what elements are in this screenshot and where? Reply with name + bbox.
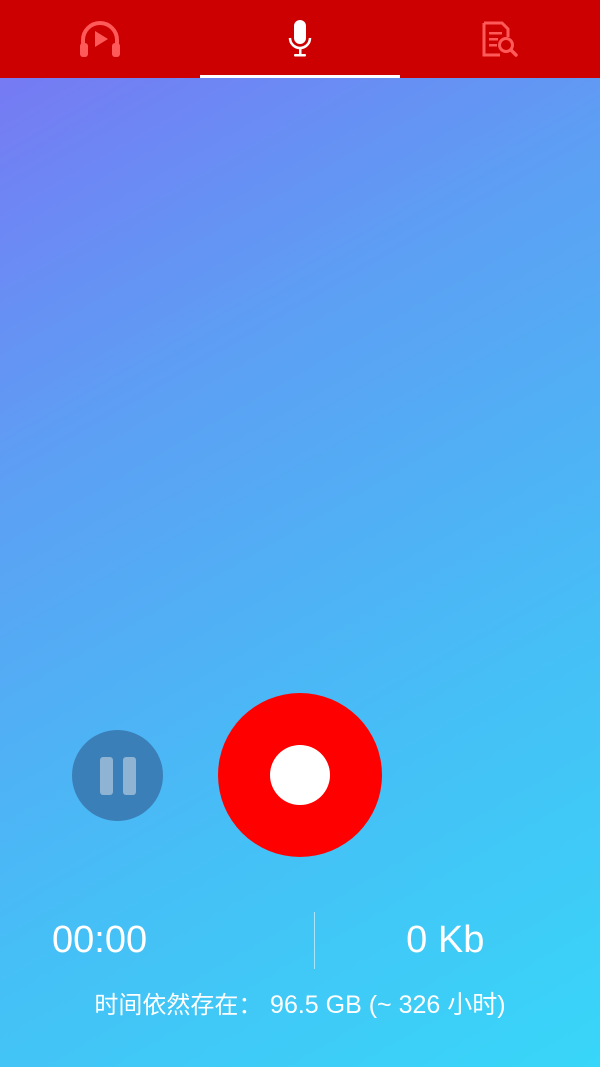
tab-bar [0, 0, 600, 78]
pause-icon-bar-right [122, 756, 136, 795]
tab-player[interactable] [0, 0, 200, 78]
document-search-icon [482, 21, 518, 57]
elapsed-time: 00:00 [52, 919, 148, 961]
pause-icon-bar-left [99, 756, 113, 795]
file-size: 0 Kb [406, 919, 485, 961]
storage-value: 96.5 GB (~ 326 小时) [270, 991, 506, 1019]
recorder-screen: 00:00 0 Kb 时间依然存在： 96.5 GB (~ 326 小时) [0, 0, 600, 1067]
active-tab-indicator [200, 75, 400, 78]
microphone-icon [288, 20, 312, 57]
tab-recorder[interactable] [200, 0, 400, 78]
tab-files[interactable] [400, 0, 600, 78]
record-icon [270, 745, 330, 805]
recording-stats: 00:00 0 Kb [0, 912, 600, 969]
record-button[interactable] [218, 693, 382, 857]
storage-remaining: 时间依然存在： 96.5 GB (~ 326 小时) [0, 985, 600, 1021]
headphones-play-icon [80, 21, 120, 57]
pause-button[interactable] [72, 730, 163, 821]
storage-label: 时间依然存在： [94, 991, 263, 1019]
